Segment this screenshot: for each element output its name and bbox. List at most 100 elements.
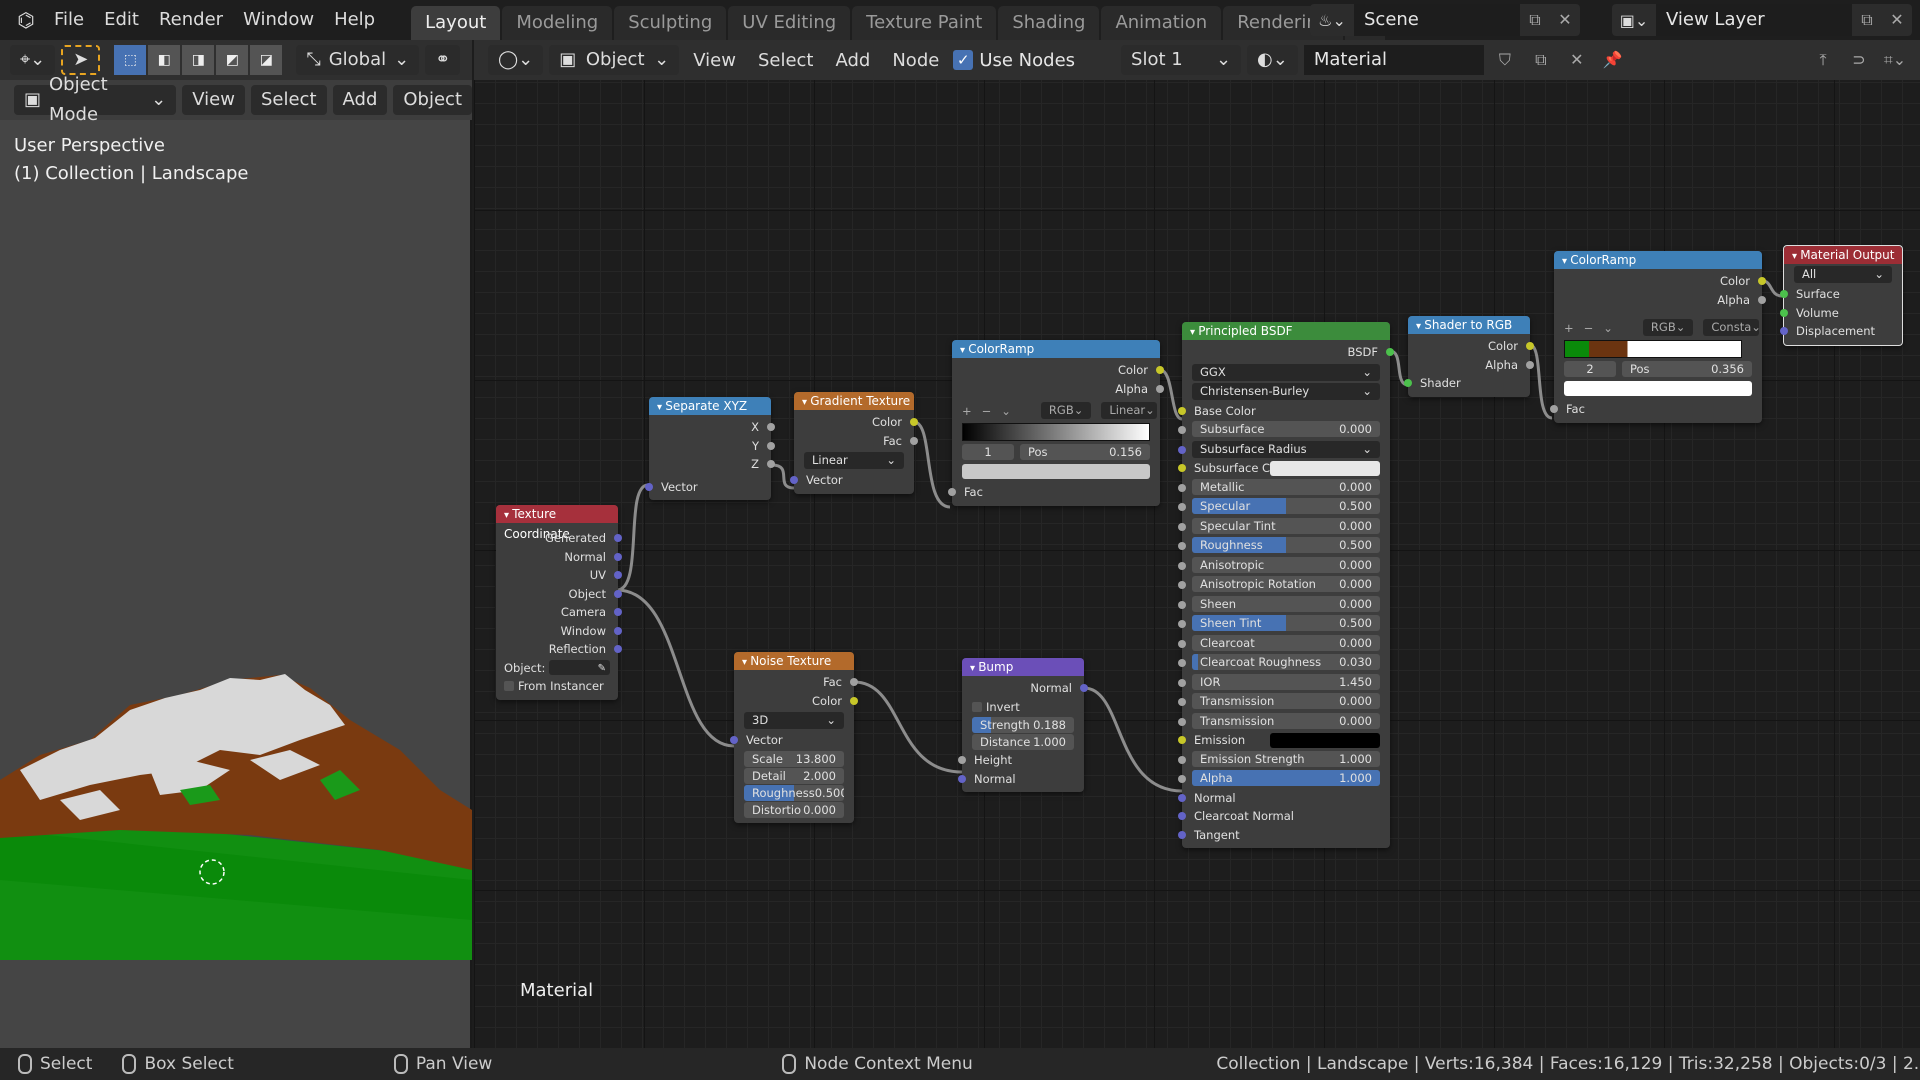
mode-dropdown[interactable]: ▣ Object Mode ⌄ [14, 74, 177, 125]
new-material-icon[interactable]: ⧉ [1526, 44, 1556, 76]
node-menu-select[interactable]: Select [750, 50, 822, 71]
node-menu-add[interactable]: Add [827, 50, 878, 71]
use-nodes-checkbox[interactable]: ✓ [953, 50, 974, 70]
menu-window[interactable]: Window [233, 0, 324, 40]
socket-normal[interactable]: Normal [496, 548, 622, 567]
socket-subsurface-color[interactable]: Subsurface C... [1178, 459, 1390, 478]
scene-icon[interactable]: ♨⌄ [1310, 11, 1354, 30]
bsdf-input-row[interactable]: Alpha 1.000 [1178, 770, 1390, 789]
bsdf-input-row[interactable]: Clearcoat Roughness 0.030 [1178, 654, 1390, 673]
blender-logo-icon[interactable]: ⌬ [8, 0, 44, 40]
viewport-menu-select[interactable]: Select [250, 85, 327, 115]
socket-displacement-in[interactable]: Displacement [1780, 322, 1902, 341]
view-layer-icon[interactable]: ▣⌄ [1612, 11, 1656, 30]
tab-uv-editing[interactable]: UV Editing [728, 6, 851, 40]
node-header[interactable]: Bump [962, 658, 1084, 676]
menu-help[interactable]: Help [324, 0, 385, 40]
new-view-layer-icon[interactable]: ⧉ [1852, 4, 1882, 36]
remove-stop-icon[interactable]: − [982, 404, 992, 418]
bsdf-input-row[interactable]: Specular Tint 0.000 [1178, 517, 1390, 537]
socket-subsurface-radius[interactable]: Subsurface Radius ⌄ [1178, 440, 1390, 460]
bsdf-input-row[interactable]: IOR 1.450 [1178, 673, 1390, 693]
scene-selector[interactable]: ♨⌄ Scene ⧉ ✕ [1310, 4, 1580, 36]
bsdf-field[interactable]: Alpha 1.000 [1192, 770, 1380, 786]
bsdf-input-row[interactable]: Anisotropic Rotation 0.000 [1178, 576, 1390, 595]
socket-normal-in[interactable]: Normal [958, 770, 1084, 789]
interpolation-dropdown[interactable]: Consta ⌄ [1703, 319, 1761, 336]
shader-type-dropdown[interactable]: ▣ Object ⌄ [549, 45, 680, 75]
node-header[interactable]: Texture Coordinate [496, 505, 618, 541]
node-material-output[interactable]: Material Output All⌄ Surface Volume Disp… [1780, 245, 1903, 346]
node-shader-to-rgb[interactable]: Shader to RGB Color Alpha Shader [1404, 316, 1534, 397]
socket-x[interactable]: X [649, 418, 775, 437]
viewport-menu-add[interactable]: Add [332, 85, 388, 115]
bsdf-input-row[interactable]: Emission Strength 1.000 [1178, 750, 1390, 770]
interpolation-dropdown[interactable]: Linear ⌄ [1101, 402, 1158, 419]
tab-shading[interactable]: Shading [998, 6, 1100, 40]
tab-modeling[interactable]: Modeling [502, 6, 613, 40]
color-ramp-gradient[interactable] [962, 423, 1150, 441]
parent-node-tree-icon[interactable]: ⤒ [1808, 44, 1838, 76]
socket-base-color[interactable]: Base Color [1178, 402, 1390, 421]
socket-clearcoat-normal-in[interactable]: Clearcoat Normal [1178, 807, 1390, 826]
bsdf-field[interactable]: Roughness 0.500 [1192, 537, 1380, 553]
socket-fac[interactable]: Fac [734, 673, 858, 692]
node-menu-node[interactable]: Node [884, 50, 947, 71]
remove-stop-icon[interactable]: − [1584, 321, 1594, 335]
socket-color[interactable]: Color [1408, 337, 1534, 356]
noise-field[interactable]: Roughness0.500 [744, 784, 844, 801]
socket-alpha[interactable]: Alpha [1554, 291, 1766, 310]
scene-name-field[interactable]: Scene [1354, 4, 1520, 36]
node-header[interactable]: ColorRamp [952, 340, 1160, 358]
bsdf-input-row[interactable]: Subsurface 0.000 [1178, 421, 1390, 440]
socket-normal-in[interactable]: Normal [1178, 789, 1390, 808]
node-bump[interactable]: Bump Normal Invert Strength0.188 Distanc… [958, 658, 1088, 792]
node-menu-view[interactable]: View [685, 50, 744, 71]
socket-window[interactable]: Window [496, 622, 622, 641]
material-browse-icon[interactable]: ◐⌄ [1247, 45, 1298, 75]
pin-icon[interactable]: 📌 [1598, 44, 1628, 76]
socket-object[interactable]: Object [496, 585, 622, 604]
ramp-menu-icon[interactable]: ⌄ [1603, 321, 1613, 335]
select-intersect-icon[interactable]: ◪ [250, 45, 283, 75]
bsdf-field[interactable]: Specular 0.500 [1192, 498, 1380, 514]
3d-viewport[interactable]: ⌖⌄ ➤ ⬚ ◧ ◨ ◩ ◪ ⤡ Global ⌄ ⚭ ▣ Object Mod… [0, 40, 472, 1048]
bsdf-input-row[interactable]: Sheen 0.000 [1178, 595, 1390, 615]
emission-color-swatch[interactable] [1270, 733, 1380, 748]
material-name-field[interactable]: Material [1303, 45, 1484, 75]
node-principled-bsdf[interactable]: Principled BSDF BSDF GGX⌄ Christensen-Bu… [1178, 322, 1394, 848]
bsdf-field[interactable]: Anisotropic 0.000 [1192, 556, 1380, 573]
socket-height-in[interactable]: Height [958, 751, 1084, 770]
tab-sculpting[interactable]: Sculpting [614, 6, 727, 40]
slot-dropdown[interactable]: Slot 1 ⌄ [1121, 45, 1242, 75]
viewport-menu-view[interactable]: View [182, 85, 245, 115]
noise-dimensions-dropdown[interactable]: 3D ⌄ [744, 712, 844, 729]
bsdf-field[interactable]: Sheen Tint 0.500 [1192, 615, 1380, 631]
socket-normal-out[interactable]: Normal [962, 679, 1088, 698]
node-colorramp-2[interactable]: ColorRamp Color Alpha +−⌄ RGB⌄ Consta⌄ 2… [1550, 251, 1766, 423]
viewport-menu-object[interactable]: Object [393, 85, 472, 115]
bsdf-field[interactable]: Transmission 0.000 [1192, 693, 1380, 709]
bsdf-input-row[interactable]: Specular 0.500 [1178, 498, 1390, 517]
stop-position-field[interactable]: Pos 0.156 [1020, 444, 1150, 460]
bsdf-field[interactable]: Clearcoat 0.000 [1192, 634, 1380, 651]
socket-volume-in[interactable]: Volume [1780, 304, 1902, 323]
socket-fac-in[interactable]: Fac [948, 483, 1160, 502]
bsdf-field[interactable]: Sheen 0.000 [1192, 595, 1380, 612]
node-noise-texture[interactable]: Noise Texture Fac Color 3D ⌄ Vector Scale… [730, 652, 858, 823]
active-stop-index[interactable]: 1 [962, 444, 1014, 460]
socket-color[interactable]: Color [734, 692, 858, 711]
ramp-menu-icon[interactable]: ⌄ [1001, 404, 1011, 418]
color-ramp-gradient[interactable] [1564, 340, 1742, 358]
socket-vector-in[interactable]: Vector [730, 731, 854, 750]
bsdf-field[interactable]: Transmission Roughness 0.000 [1192, 712, 1380, 729]
socket-fac[interactable]: Fac [794, 432, 918, 451]
socket-shader-in[interactable]: Shader [1404, 374, 1530, 393]
shader-node-editor[interactable]: ◯⌄ ▣ Object ⌄ View Select Add Node ✓ Use… [474, 40, 1920, 1048]
snap-icon[interactable]: ⊃ [1844, 44, 1874, 76]
add-stop-icon[interactable]: + [962, 404, 972, 418]
select-subtract-icon[interactable]: ◨ [182, 45, 215, 75]
tab-animation[interactable]: Animation [1101, 6, 1222, 40]
tab-texture-paint[interactable]: Texture Paint [852, 6, 997, 40]
use-nodes-toggle[interactable]: ✓ Use Nodes [953, 50, 1075, 71]
